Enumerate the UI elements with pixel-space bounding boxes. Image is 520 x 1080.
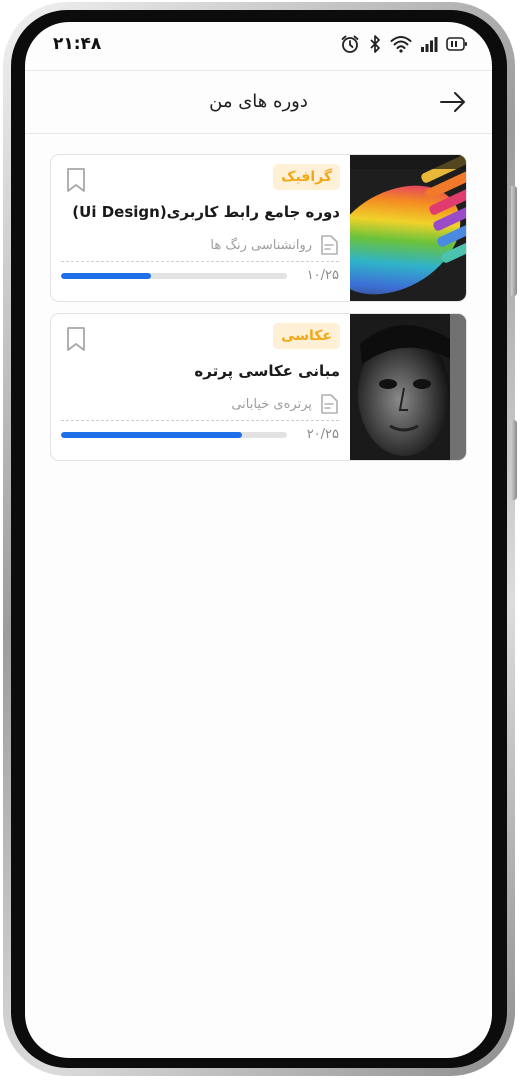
progress-fill — [61, 432, 242, 438]
progress-row: ۱۰/۲۵ — [61, 268, 339, 284]
progress-fill — [61, 273, 152, 279]
course-card[interactable]: گرافیک دوره جامع رابط کاربری(Ui Design) … — [50, 154, 467, 302]
progress-count: ۲۰/۲۵ — [306, 427, 339, 442]
bookmark-icon[interactable] — [65, 326, 87, 352]
bluetooth-icon — [370, 35, 380, 53]
volume-button — [511, 420, 517, 500]
divider — [61, 420, 339, 421]
battery-icon — [446, 37, 467, 51]
page-title: دوره های من — [209, 91, 308, 112]
course-thumbnail — [350, 155, 466, 301]
divider — [61, 261, 339, 262]
app-bar: دوره های من — [25, 70, 492, 134]
course-card[interactable]: عکاسی مبانی عکاسی پرتره پرتره‌ی خیابانی … — [50, 313, 467, 461]
status-time: ۲۱:۴۸ — [53, 34, 102, 54]
status-icons — [340, 34, 468, 54]
signal-icon — [421, 37, 438, 52]
screen: ۲۱:۴۸ دوره های من گرافیک دوره جامع رابط … — [25, 22, 492, 1058]
lesson-name: روانشناسی رنگ ها — [210, 237, 312, 253]
course-title: دوره جامع رابط کاربری(Ui Design) — [72, 203, 340, 221]
category-tag: گرافیک — [273, 164, 340, 190]
document-icon — [321, 235, 338, 255]
back-button[interactable] — [438, 87, 468, 117]
category-tag: عکاسی — [273, 323, 340, 349]
wifi-icon — [390, 36, 412, 53]
lesson-row: روانشناسی رنگ ها — [210, 234, 340, 256]
lesson-name: پرتره‌ی خیابانی — [231, 396, 312, 412]
arrow-right-icon — [440, 92, 465, 112]
bookmark-icon[interactable] — [65, 167, 87, 193]
progress-bar — [61, 432, 287, 438]
progress-count: ۱۰/۲۵ — [306, 268, 339, 283]
lesson-row: پرتره‌ی خیابانی — [231, 393, 340, 415]
power-button — [511, 186, 517, 296]
alarm-icon — [341, 35, 359, 53]
status-bar: ۲۱:۴۸ — [25, 22, 492, 68]
progress-bar — [61, 273, 287, 279]
course-thumbnail — [350, 314, 466, 460]
course-title: مبانی عکاسی پرتره — [194, 362, 340, 380]
document-icon — [321, 394, 338, 414]
progress-row: ۲۰/۲۵ — [61, 427, 339, 443]
